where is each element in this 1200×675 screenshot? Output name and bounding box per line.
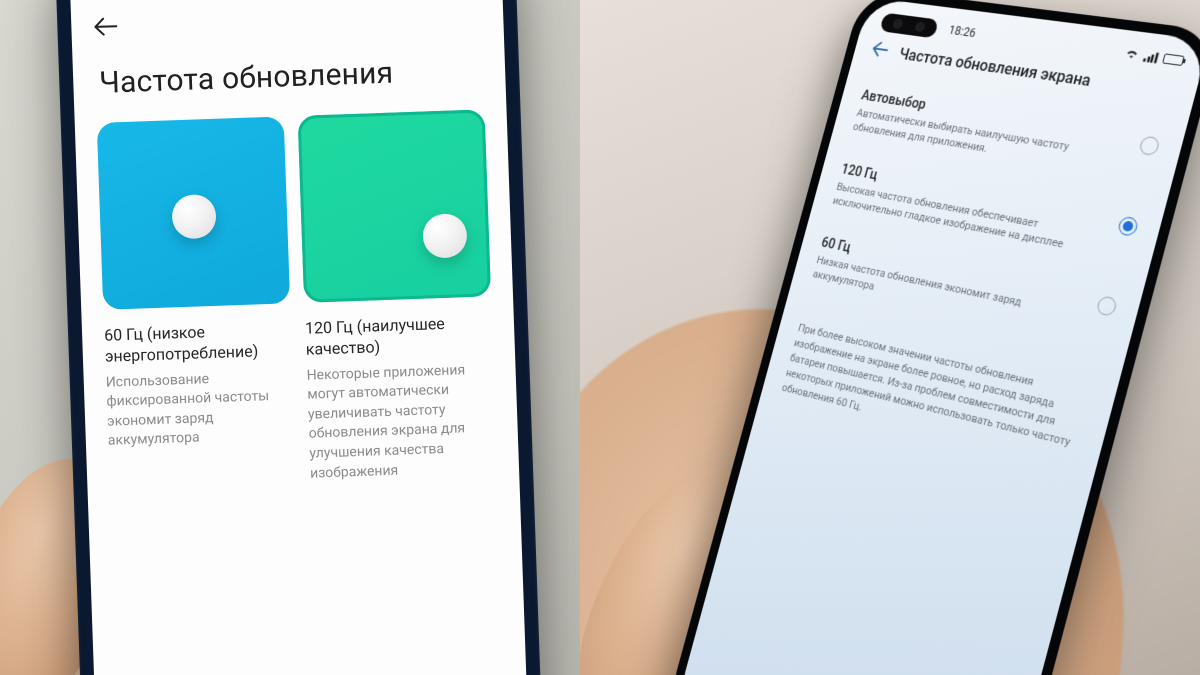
option-desc: Использование фиксированной частоты экон… — [105, 367, 295, 452]
screen-left: 15:15 77 Частота обновления — [69, 0, 530, 675]
demo-ball-icon — [171, 194, 217, 240]
option-desc: Некоторые приложения могут автоматически… — [306, 360, 497, 484]
card-descriptions: 60 Гц (низкое энергопотребление) Использ… — [81, 296, 519, 492]
card-120hz[interactable] — [298, 109, 491, 302]
status-time: 18:26 — [947, 23, 977, 40]
radio-icon — [1095, 296, 1118, 318]
signal-icon — [1142, 51, 1158, 63]
battery-icon — [1162, 53, 1185, 66]
card-60hz[interactable] — [97, 116, 290, 309]
back-button[interactable] — [870, 38, 891, 62]
wifi-icon — [1124, 48, 1138, 59]
option-title: 120 Гц (наилучшее качество) — [305, 312, 493, 360]
photo-left: 15:15 77 Частота обновления — [0, 0, 580, 675]
desc-120hz: 120 Гц (наилучшее качество) Некоторые пр… — [305, 312, 498, 484]
radio-icon — [1138, 135, 1161, 156]
option-title: 60 Гц (низкое энергопотребление) — [104, 319, 292, 367]
radio-icon — [1117, 215, 1140, 236]
desc-60hz: 60 Гц (низкое энергопотребление) Использ… — [104, 319, 297, 491]
photo-right: 18:26 Частота обновления экрана Автовыбо… — [580, 0, 1200, 675]
refresh-rate-cards — [75, 109, 513, 311]
phone-left: 15:15 77 Частота обновления — [55, 0, 545, 675]
back-button[interactable] — [93, 13, 118, 42]
demo-ball-icon — [422, 213, 468, 259]
